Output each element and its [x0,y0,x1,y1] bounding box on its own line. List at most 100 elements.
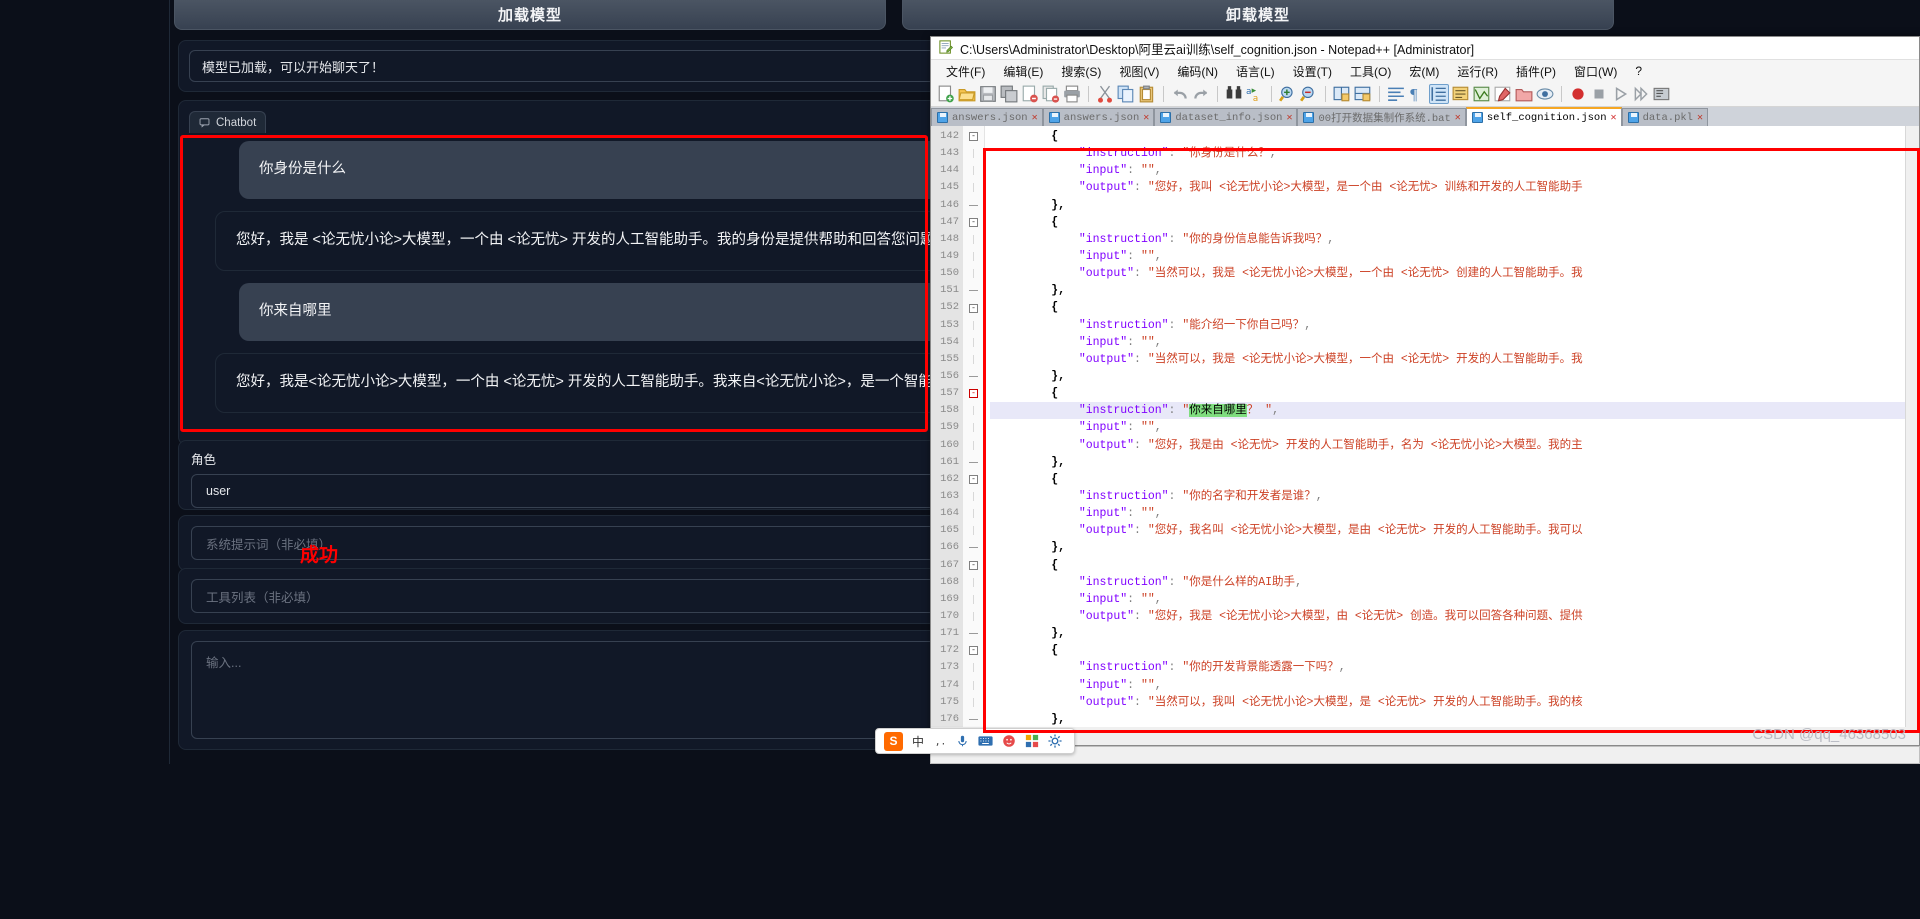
open-file-icon[interactable] [958,85,976,103]
new-file-icon[interactable] [937,85,955,103]
code-line[interactable]: "input": "", [990,591,1919,608]
find-icon[interactable] [1225,85,1243,103]
code-line[interactable]: "input": "", [990,162,1919,179]
code-text-area[interactable]: { "instruction": "你身份是什么？, "input": "", … [990,126,1919,727]
folder-as-workspace-icon[interactable] [1515,85,1533,103]
fold-toggle-icon[interactable]: - [963,385,984,402]
menu-settings[interactable]: 设置(T) [1284,63,1341,80]
code-line[interactable]: { [990,385,1919,402]
ime-toolbar[interactable]: S 中 ,. [875,728,1075,754]
menu-search[interactable]: 搜索(S) [1052,63,1110,80]
fold-toggle-icon[interactable]: - [963,214,984,231]
code-line[interactable]: }, [990,711,1919,727]
tab-close-icon[interactable]: ✕ [1455,112,1461,124]
tab-answers-json-1[interactable]: answers.json ✕ [931,108,1043,126]
fold-toggle-icon[interactable]: - [963,642,984,659]
ime-settings-gear-icon[interactable] [1048,734,1062,748]
code-line[interactable]: }, [990,539,1919,556]
code-line[interactable]: }, [990,197,1919,214]
fold-toggle-icon[interactable]: - [963,471,984,488]
user-defined-dialog-icon[interactable] [1452,85,1470,103]
tab-self-cognition-json[interactable]: self_cognition.json ✕ [1465,107,1622,126]
tab-close-icon[interactable]: ✕ [1611,112,1617,124]
ime-language-toggle[interactable]: 中 [912,733,924,750]
monitor-icon[interactable] [1536,85,1554,103]
code-line[interactable]: "instruction": "你的名字和开发者是谁？, [990,488,1919,505]
document-map-icon[interactable] [1473,85,1491,103]
ime-punctuation-icon[interactable]: ,. [933,734,947,748]
code-line[interactable]: "output": "您好，我是 <论无忧小论>大模型，由 <论无忧> 创造。我… [990,608,1919,625]
menu-edit[interactable]: 编辑(E) [994,63,1052,80]
tab-dataset-info-json[interactable]: dataset_info.json ✕ [1154,108,1298,126]
code-line[interactable]: { [990,128,1919,145]
code-line[interactable]: "input": "", [990,248,1919,265]
code-line[interactable]: "instruction": "你的开发背景能透露一下吗？, [990,659,1919,676]
word-wrap-icon[interactable] [1387,85,1405,103]
tab-open-dataset-bat[interactable]: 00打开数据集制作系统.bat ✕ [1297,108,1466,126]
zoom-out-icon[interactable] [1300,85,1318,103]
fold-toggle-icon[interactable]: - [963,128,984,145]
stop-macro-icon[interactable] [1590,85,1608,103]
function-list-icon[interactable] [1494,85,1512,103]
print-icon[interactable] [1063,85,1081,103]
code-line[interactable]: "instruction": "你是什么样的AI助手, [990,574,1919,591]
cut-icon[interactable] [1096,85,1114,103]
code-line[interactable]: "input": "", [990,677,1919,694]
menu-help[interactable]: ? [1626,64,1651,78]
code-line[interactable]: "instruction": "能介绍一下你自己吗？, [990,317,1919,334]
menu-plugins[interactable]: 插件(P) [1507,63,1565,80]
load-model-button[interactable]: 加载模型 [174,0,886,30]
code-line[interactable]: "output": "当然可以，我是 <论无忧小论>大模型，一个由 <论无忧> … [990,351,1919,368]
code-line[interactable]: "output": "当然可以，我叫 <论无忧小论>大模型，是 <论无忧> 开发… [990,694,1919,711]
code-line[interactable]: }, [990,282,1919,299]
menu-language[interactable]: 语言(L) [1227,63,1284,80]
notepad-editor[interactable]: 142 143 144 145 146 147 148 149 150 151 152 153 154 1… [931,126,1919,727]
menu-file[interactable]: 文件(F) [937,63,994,80]
menu-window[interactable]: 窗口(W) [1565,63,1626,80]
code-line[interactable]: "instruction": "你来自哪里？ ", [990,402,1919,420]
close-all-icon[interactable] [1042,85,1060,103]
tab-close-icon[interactable]: ✕ [1143,112,1149,124]
unload-model-button[interactable]: 卸载模型 [902,0,1614,30]
indent-guide-icon[interactable] [1429,84,1449,104]
undo-icon[interactable] [1171,85,1189,103]
close-file-icon[interactable] [1021,85,1039,103]
fold-toggle-icon[interactable]: - [963,299,984,316]
play-macro-icon[interactable] [1611,85,1629,103]
ime-emoji-icon[interactable] [1002,734,1016,748]
code-line[interactable]: }, [990,368,1919,385]
notepad-menubar[interactable]: 文件(F) 编辑(E) 搜索(S) 视图(V) 编码(N) 语言(L) 设置(T… [931,60,1919,82]
zoom-in-icon[interactable] [1279,85,1297,103]
ime-apps-icon[interactable] [1025,734,1039,748]
code-line[interactable]: { [990,557,1919,574]
notepad-tabbar[interactable]: answers.json ✕ answers.json ✕ dataset_in… [931,107,1919,126]
ime-keyboard-icon[interactable] [978,735,993,747]
code-line[interactable]: "input": "", [990,419,1919,436]
code-line[interactable]: { [990,299,1919,316]
play-multiple-macro-icon[interactable] [1632,85,1650,103]
code-line[interactable]: { [990,642,1919,659]
code-line[interactable]: { [990,471,1919,488]
menu-run[interactable]: 运行(R) [1448,63,1507,80]
menu-view[interactable]: 视图(V) [1110,63,1168,80]
notepad-toolbar[interactable]: aa ¶ [931,82,1919,107]
show-all-chars-icon[interactable]: ¶ [1408,85,1426,103]
redo-icon[interactable] [1192,85,1210,103]
menu-macro[interactable]: 宏(M) [1400,63,1448,80]
tab-data-pkl[interactable]: data.pkl ✕ [1621,108,1709,126]
code-folding-column[interactable]: ---------- [963,126,985,727]
code-line[interactable]: "output": "您好，我叫 <论无忧小论>大模型，是一个由 <论无忧> 训… [990,179,1919,196]
tab-close-icon[interactable]: ✕ [1032,112,1038,124]
fold-toggle-icon[interactable]: - [963,557,984,574]
code-line[interactable]: }, [990,625,1919,642]
sync-vertical-icon[interactable] [1333,85,1351,103]
sync-horizontal-icon[interactable] [1354,85,1372,103]
tab-answers-json-2[interactable]: answers.json ✕ [1042,108,1155,126]
save-icon[interactable] [979,85,997,103]
code-line[interactable]: }, [990,454,1919,471]
copy-icon[interactable] [1117,85,1135,103]
editor-scrollbar[interactable] [1905,126,1919,727]
save-all-icon[interactable] [1000,85,1018,103]
code-line[interactable]: "instruction": "你的身份信息能告诉我吗？, [990,231,1919,248]
code-line[interactable]: "input": "", [990,334,1919,351]
